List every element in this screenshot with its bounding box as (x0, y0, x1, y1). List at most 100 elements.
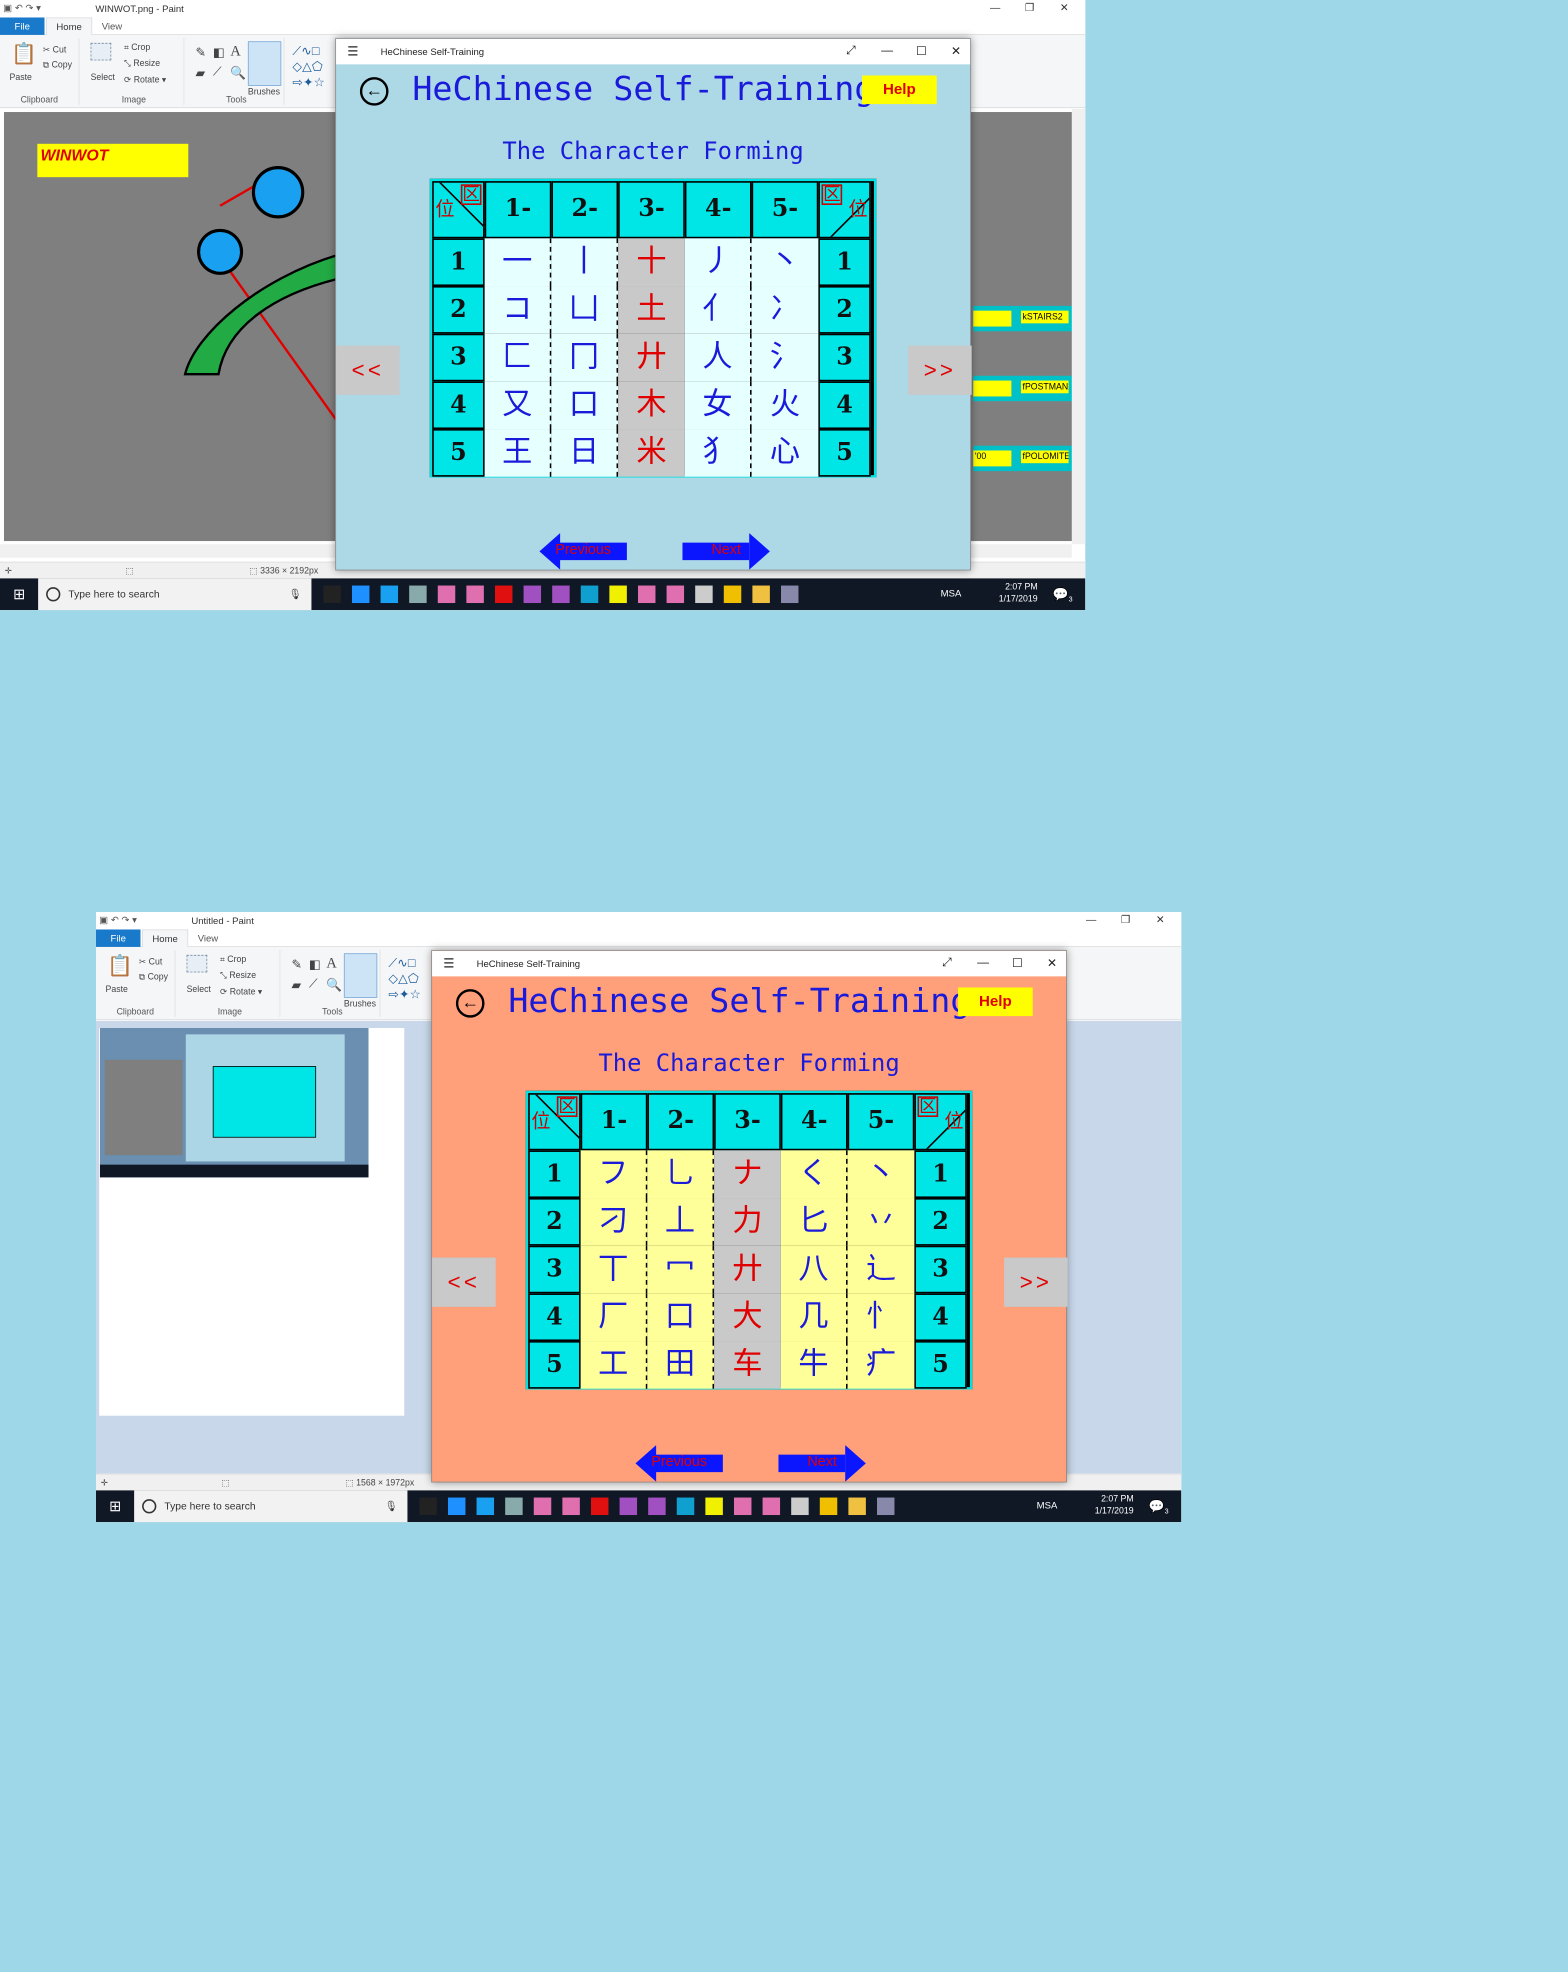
close-icon[interactable]: ✕ (1156, 914, 1165, 927)
close-icon[interactable]: ✕ (1060, 2, 1069, 15)
magnifier-icon[interactable]: 🔍 (230, 65, 246, 81)
tab-file[interactable]: File (96, 929, 141, 947)
magnifier-icon[interactable]: 🔍 (326, 977, 342, 993)
app-icon[interactable] (409, 585, 427, 604)
restore-icon[interactable]: ❐ (1121, 914, 1130, 927)
select-icon[interactable] (186, 954, 208, 973)
app-icon[interactable] (637, 585, 656, 604)
app-icon[interactable] (791, 1497, 809, 1516)
paint-icon[interactable] (780, 585, 799, 604)
language-indicator[interactable]: MSA (1037, 1500, 1058, 1512)
crop-button[interactable]: ⌗ Crop (220, 955, 246, 965)
tab-view[interactable]: View (92, 17, 132, 34)
app-icon[interactable] (619, 1497, 638, 1516)
app-icon[interactable] (476, 1497, 495, 1516)
maximize-icon[interactable]: ☐ (916, 44, 927, 58)
previous-button[interactable]: Previous (539, 533, 627, 570)
copy-button[interactable]: ⧉ Copy (43, 60, 72, 70)
previous-button[interactable]: Previous (635, 1445, 723, 1482)
close-icon[interactable]: ✕ (1047, 956, 1057, 970)
crop-button[interactable]: ⌗ Crop (124, 43, 150, 53)
cut-button[interactable]: ✂ Cut (139, 956, 162, 967)
windows-start-icon[interactable]: ⊞ (96, 1490, 134, 1522)
app-icon[interactable] (666, 585, 685, 604)
folder-icon[interactable] (848, 1497, 866, 1516)
app-icon[interactable] (466, 585, 484, 604)
app-icon[interactable] (723, 585, 742, 604)
help-button[interactable]: Help (862, 75, 937, 105)
microphone-icon[interactable]: 🎙 (385, 1490, 398, 1522)
help-button[interactable]: Help (958, 987, 1033, 1017)
back-button[interactable]: ← (455, 989, 485, 1018)
close-icon[interactable]: ✕ (951, 44, 961, 58)
shapes-icon[interactable]: ⟋∿□ ◇△⬠ ⇨✦☆ (292, 43, 325, 91)
color-picker-icon[interactable]: ⟋ (309, 977, 318, 991)
windows-start-icon[interactable]: ⊞ (0, 578, 38, 610)
color-picker-icon[interactable]: ⟋ (213, 65, 222, 79)
app-icon[interactable] (705, 1497, 723, 1516)
app-icon[interactable] (380, 585, 399, 604)
app-icon[interactable] (609, 585, 627, 604)
app-icon[interactable] (533, 1497, 552, 1516)
tab-view[interactable]: View (188, 929, 228, 946)
restore-icon[interactable]: ❐ (1025, 2, 1034, 15)
paint-icon[interactable] (876, 1497, 895, 1516)
microphone-icon[interactable]: 🎙 (289, 578, 302, 610)
fullscreen-icon[interactable]: ⤢ (942, 956, 952, 970)
folder-icon[interactable] (752, 585, 770, 604)
next-button[interactable]: Next (778, 1445, 866, 1482)
tab-home[interactable]: Home (46, 17, 93, 35)
select-button[interactable]: Select (91, 73, 115, 83)
vertical-scrollbar[interactable] (1071, 108, 1086, 545)
task-view-icon[interactable] (419, 1497, 437, 1516)
taskbar-search[interactable]: Type here to search 🎙 (38, 578, 312, 611)
rotate-button[interactable]: ⟳ Rotate ▾ (220, 987, 262, 997)
next-page-button[interactable]: >> (1004, 1257, 1068, 1307)
back-button[interactable]: ← (359, 77, 389, 106)
copy-button[interactable]: ⧉ Copy (139, 972, 168, 982)
fullscreen-icon[interactable]: ⤢ (846, 44, 856, 58)
app-icon[interactable] (523, 585, 542, 604)
next-button[interactable]: Next (682, 533, 770, 570)
task-view-icon[interactable] (323, 585, 341, 604)
minimize-icon[interactable]: — (990, 2, 1000, 14)
system-tray[interactable]: MSA 2:07 PM 1/17/2019 (941, 582, 1038, 606)
pencil-icon[interactable]: ✎ (195, 44, 206, 60)
paste-icon[interactable]: 📋 (107, 953, 133, 978)
tab-home[interactable]: Home (142, 929, 189, 947)
app-icon[interactable] (695, 585, 713, 604)
language-indicator[interactable]: MSA (941, 588, 962, 600)
prev-page-button[interactable]: << (336, 345, 400, 395)
minimize-icon[interactable]: — (1086, 914, 1096, 926)
fill-icon[interactable]: ◧ (309, 956, 321, 972)
app-icon[interactable] (819, 1497, 838, 1516)
hamburger-menu-icon[interactable]: ☰ (347, 44, 358, 60)
brushes-icon[interactable] (343, 953, 378, 998)
notifications-icon[interactable]: 💬3 (1149, 1498, 1169, 1515)
cut-button[interactable]: ✂ Cut (43, 44, 66, 55)
app-icon[interactable] (580, 585, 599, 604)
app-icon[interactable] (676, 1497, 695, 1516)
app-icon[interactable] (552, 585, 570, 604)
hamburger-menu-icon[interactable]: ☰ (443, 956, 454, 972)
quick-access-toolbar[interactable]: ▣ ↶ ↷ ▾ (99, 914, 137, 925)
app-icon[interactable] (590, 1497, 609, 1516)
app-icon[interactable] (648, 1497, 666, 1516)
text-icon[interactable]: A (230, 43, 240, 60)
app-icon[interactable] (762, 1497, 781, 1516)
resize-button[interactable]: ⤡ Resize (124, 59, 160, 69)
maximize-icon[interactable]: ☐ (1012, 956, 1023, 970)
paste-button[interactable]: Paste (106, 985, 128, 995)
app-icon[interactable] (437, 585, 456, 604)
select-icon[interactable] (90, 42, 112, 61)
eraser-icon[interactable]: ▰ (291, 977, 301, 993)
edge-icon[interactable] (447, 1497, 466, 1516)
select-button[interactable]: Select (187, 985, 211, 995)
edge-icon[interactable] (351, 585, 370, 604)
app-icon[interactable] (494, 585, 513, 604)
pencil-icon[interactable]: ✎ (291, 956, 302, 972)
paste-icon[interactable]: 📋 (11, 41, 37, 66)
taskbar-search[interactable]: Type here to search 🎙 (134, 1490, 408, 1523)
prev-page-button[interactable]: << (432, 1257, 496, 1307)
brushes-icon[interactable] (247, 41, 282, 86)
